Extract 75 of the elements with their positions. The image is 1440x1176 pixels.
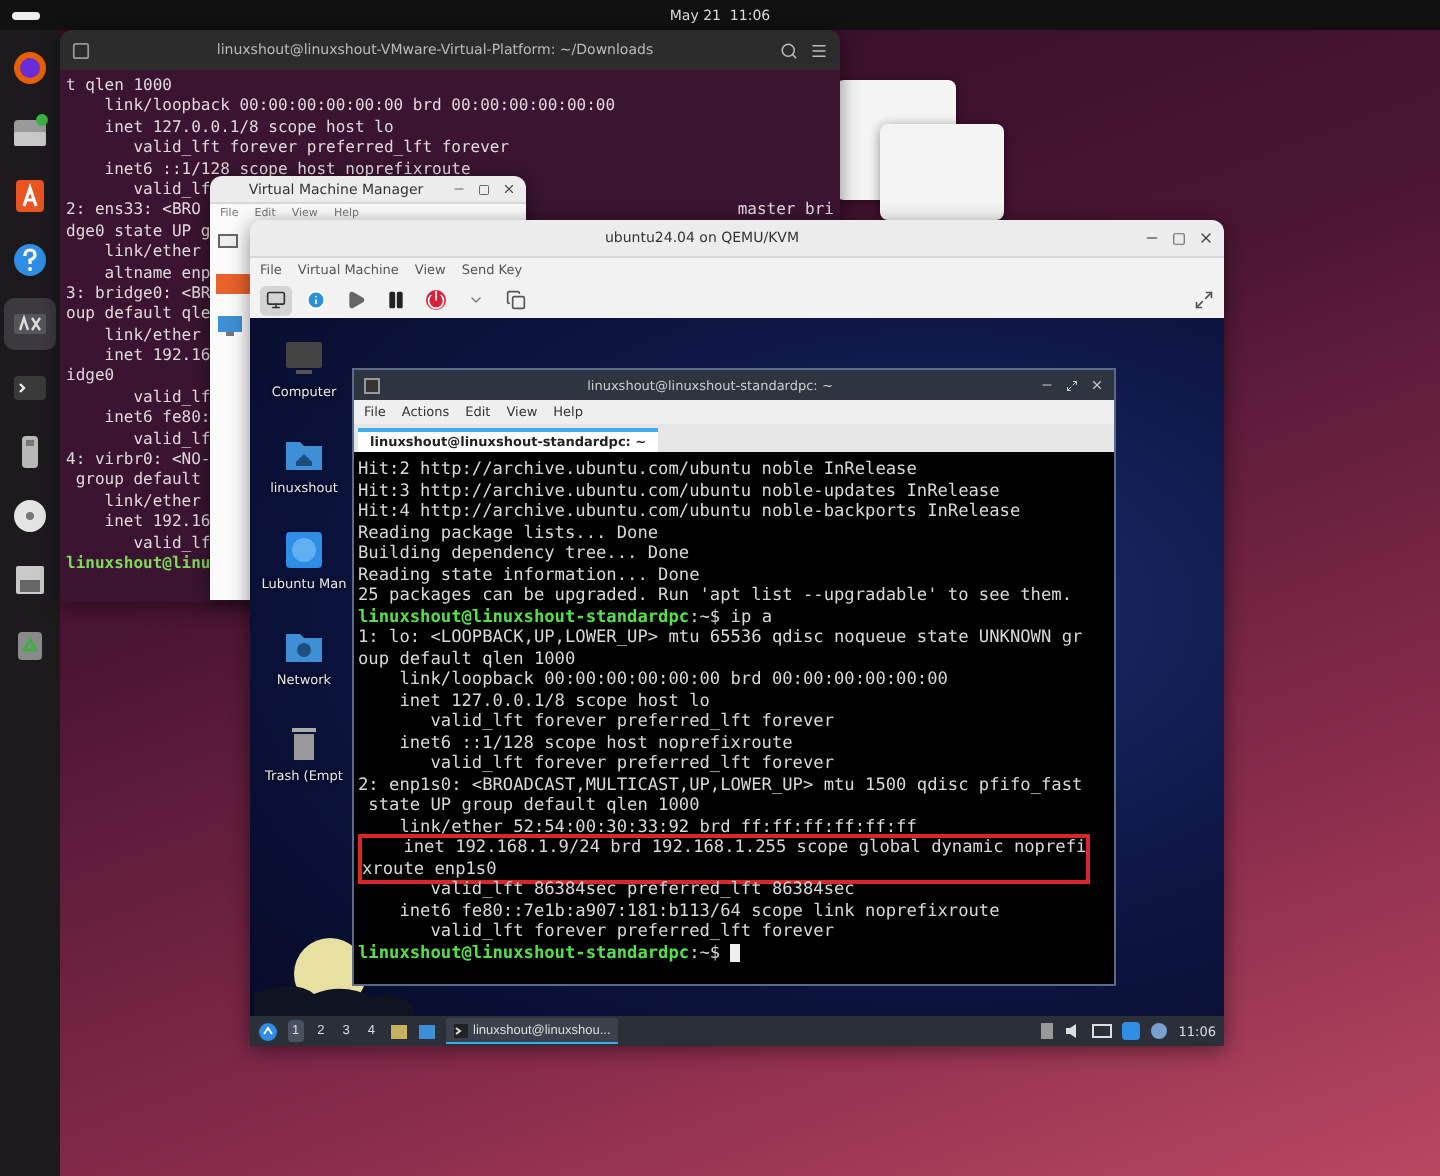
terminal-line: 25 packages can be upgraded. Run 'apt list --upgradable' to see them. bbox=[358, 586, 1072, 607]
minimize-icon[interactable] bbox=[1040, 378, 1054, 392]
terminal-line: Reading state information... Done bbox=[358, 565, 700, 586]
terminal-line: valid_lf bbox=[131, 429, 211, 451]
close-icon[interactable] bbox=[1198, 230, 1214, 246]
search-icon[interactable] bbox=[780, 41, 798, 59]
terminal-line: group default bbox=[73, 470, 201, 492]
terminal-line: inet 192.16 bbox=[102, 512, 211, 534]
terminal-line: Hit:2 http://archive.ubuntu.com/ubuntu noble InRelease bbox=[358, 460, 917, 481]
terminal-line: idge0 bbox=[66, 366, 115, 388]
terminal-line: valid_lft forever preferred_lft forever bbox=[131, 138, 510, 160]
terminal-line: 4: virbr0: <NO- bbox=[66, 450, 211, 471]
terminal-icon bbox=[364, 377, 380, 393]
terminal-line: 2: enp1s0: <BROADCAST,MULTICAST,UP,LOWER_UP> mtu 1500 qdisc pfifo_fast bbox=[358, 775, 1083, 796]
tab-icon bbox=[72, 41, 90, 59]
snapshot-icon bbox=[506, 290, 526, 310]
maximize-icon[interactable] bbox=[1172, 231, 1186, 245]
maximize-icon[interactable] bbox=[478, 183, 490, 195]
terminal-line: valid_lft forever preferred_lft forever bbox=[428, 712, 834, 733]
terminal-line: valid_lft forever preferred_lft forever bbox=[428, 754, 834, 775]
terminal-line: 1: lo: <LOOPBACK,UP,LOWER_UP> mtu 65536 qdisc noqueue state UNKNOWN gr bbox=[358, 628, 1083, 649]
power-icon bbox=[426, 290, 446, 310]
terminal-line: state UP group default qlen 1000 bbox=[366, 796, 700, 817]
terminal-line: inet6 ::1/128 scope host noprefixroute bbox=[397, 733, 793, 754]
terminal-line: Reading package lists... Done bbox=[358, 523, 659, 544]
terminal-line: inet6 fe80: bbox=[102, 408, 211, 430]
terminal-line: valid_lft forever preferred_lft forever bbox=[428, 922, 834, 943]
terminal-line: link/ether 52:54:00:30:33:92 brd ff:ff:ff:ff:ff:ff bbox=[397, 817, 917, 838]
terminal-line: valid_lf bbox=[131, 179, 211, 201]
monitor-icon bbox=[216, 314, 244, 338]
terminal-line: xroute enp1s0 bbox=[362, 859, 497, 880]
terminal-line: valid_lf bbox=[131, 387, 211, 409]
terminal-line: 3: bridge0: <BR bbox=[66, 283, 211, 305]
terminal-line: dge0 state UP g bbox=[66, 221, 211, 243]
play-icon bbox=[346, 290, 366, 310]
terminal-line: inet6 ::1/128 scope host noprefixroute bbox=[102, 159, 471, 180]
monitor-icon bbox=[266, 290, 286, 310]
terminal-line: inet 127.0.0.1/8 scope host lo bbox=[397, 691, 710, 712]
display-icon[interactable] bbox=[1092, 1023, 1113, 1039]
terminal-line: linuxshout@linu bbox=[66, 553, 211, 575]
start-menu-icon[interactable] bbox=[258, 1021, 278, 1041]
terminal-line: link/loopback 00:00:00:00:00:00 brd 00:00:00:00:00:00 bbox=[397, 670, 948, 691]
terminal-line: valid_lft 86384sec preferred_lft 86384sec bbox=[428, 880, 855, 901]
monitor-icon bbox=[216, 230, 240, 254]
terminal-line: Hit:3 http://archive.ubuntu.com/ubuntu noble-updates InRelease bbox=[358, 481, 1000, 502]
terminal-line: inet6 fe80::7e1b:a907:181:b113/64 scope link noprefixroute bbox=[397, 901, 1000, 922]
info-icon bbox=[306, 290, 326, 310]
terminal-line: 2: ens33: <BRO bbox=[66, 200, 201, 222]
terminal-line: inet 127.0.0.1/8 scope host lo bbox=[102, 117, 394, 139]
close-icon[interactable] bbox=[502, 182, 516, 196]
pause-icon bbox=[386, 290, 406, 310]
terminal-line: master bri bbox=[737, 200, 834, 222]
terminal-line: Hit:4 http://archive.ubuntu.com/ubuntu noble-backports InRelease bbox=[358, 502, 1021, 523]
terminal-icon bbox=[453, 1023, 467, 1037]
terminal-line: t qlen 1000 bbox=[66, 76, 172, 97]
terminal-line: oup default qle bbox=[66, 304, 211, 326]
terminal-line: inet 192.16 bbox=[102, 346, 211, 367]
activities-indicator[interactable] bbox=[12, 12, 40, 20]
monitor-button[interactable] bbox=[260, 285, 292, 315]
terminal-line: inet 192.168.1.9/24 brd 192.168.1.255 scope global dynamic noprefi bbox=[401, 838, 1087, 859]
terminal-line: link/loopback 00:00:00:00:00:00 brd 00:00:00:00:00:00 bbox=[102, 96, 616, 118]
vm-icon[interactable] bbox=[4, 298, 56, 350]
caret-icon bbox=[468, 292, 484, 308]
terminal-line: oup default qlen 1000 bbox=[358, 649, 576, 670]
menu-icon[interactable] bbox=[810, 41, 828, 59]
prompt-line: linuxshout@linuxshout-standardpc:~$ bbox=[358, 943, 721, 964]
terminal-line: valid_lf bbox=[131, 533, 211, 554]
terminal-line: altname enp bbox=[102, 263, 211, 284]
computer-icon bbox=[283, 338, 324, 378]
terminal-line: Building dependency tree... Done bbox=[358, 544, 690, 565]
fullscreen-icon[interactable] bbox=[1194, 290, 1214, 310]
terminal-line: link/ether bbox=[102, 491, 201, 513]
terminal-line: link/ether bbox=[102, 242, 201, 264]
terminal-line: link/ether bbox=[102, 325, 201, 347]
prompt-line: linuxshout@linuxshout-standardpc:~$ ip a bbox=[358, 607, 772, 628]
